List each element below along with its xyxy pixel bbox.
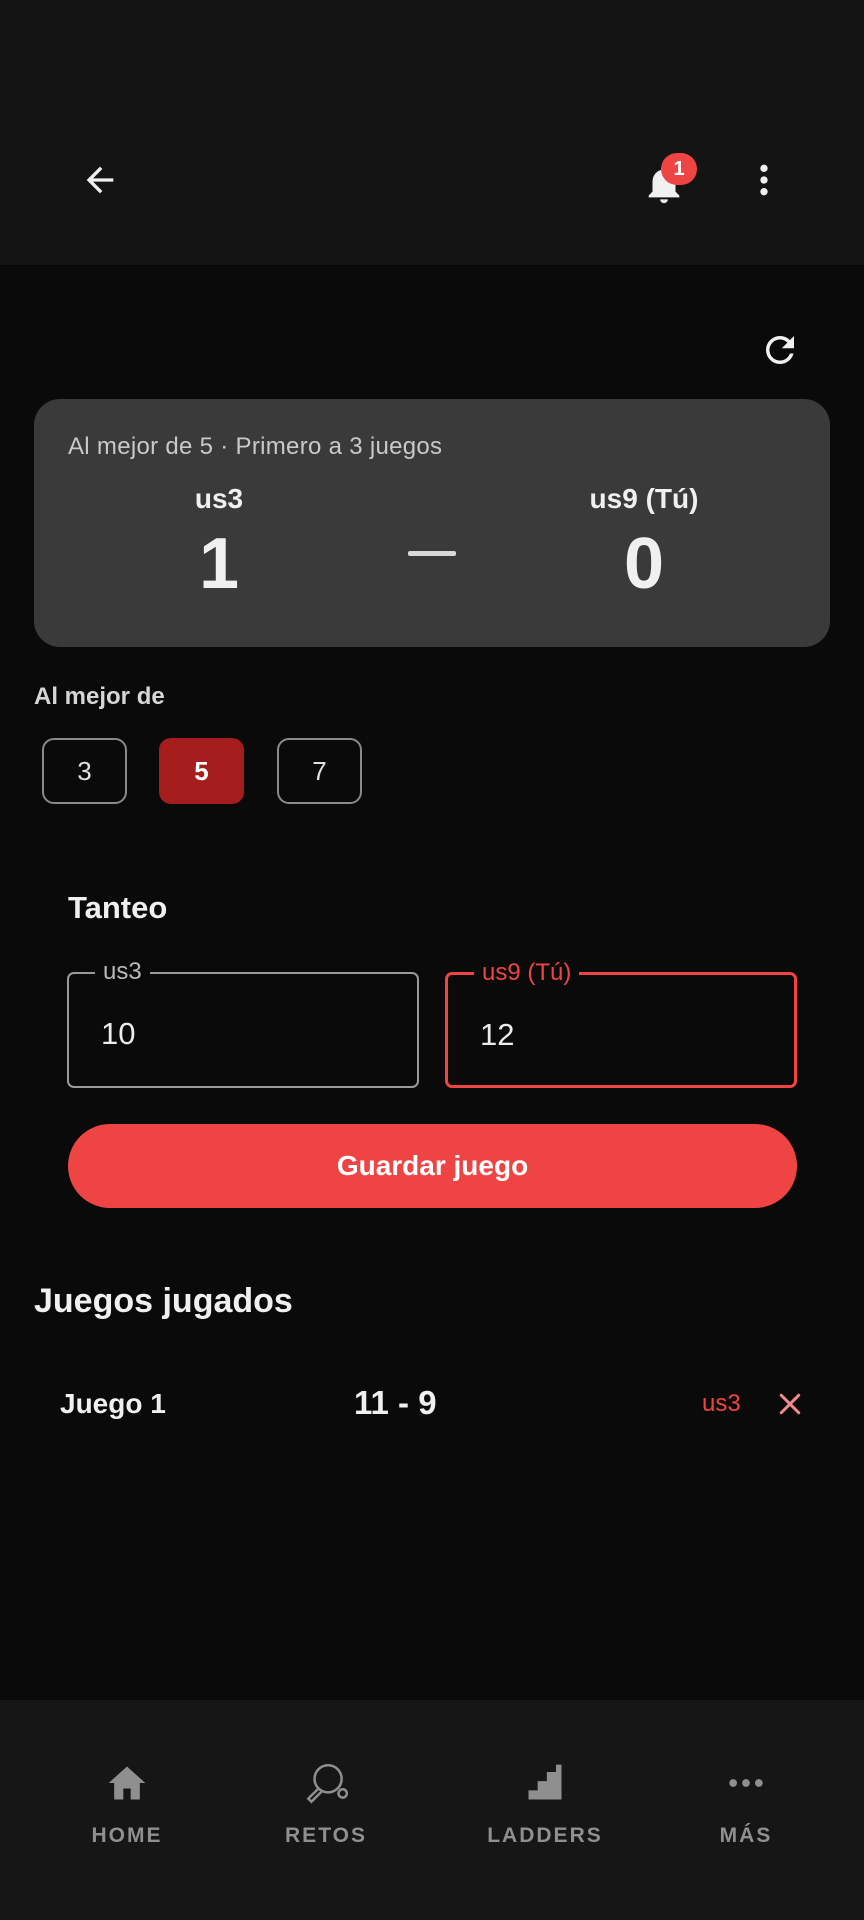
player2-games-won: 0: [623, 524, 665, 604]
match-score-card: Al mejor de 5 · Primero a 3 juegos us3 u…: [34, 399, 830, 647]
best-of-option-7[interactable]: 7: [277, 738, 362, 804]
best-of-option-5[interactable]: 5: [159, 738, 244, 804]
more-horizontal-icon: [721, 1758, 771, 1808]
nav-item-home[interactable]: HOME: [42, 1758, 212, 1868]
player1-games-won: 1: [198, 524, 240, 604]
player2-points-label: us9 (Tú): [474, 959, 580, 987]
app-bar: 1: [0, 0, 864, 265]
match-format-text: Al mejor de 5 · Primero a 3 juegos: [68, 433, 443, 460]
save-game-button[interactable]: Guardar juego: [68, 1124, 797, 1208]
played-games-title: Juegos jugados: [34, 1282, 293, 1320]
player2-points-value[interactable]: 12: [480, 1017, 514, 1053]
player1-points-label: us3: [95, 958, 150, 986]
game-score: 11 - 9: [354, 1384, 437, 1421]
nav-item-label: HOME: [91, 1824, 163, 1847]
player1-name: us3: [194, 483, 244, 514]
notification-badge: 1: [661, 153, 697, 185]
close-icon: [779, 1393, 801, 1415]
home-icon: [102, 1758, 152, 1808]
bottom-navigation: HOME RETOS LADDERS MÁS: [0, 1700, 864, 1920]
stairs-icon: [520, 1758, 570, 1808]
arrow-left-icon: [86, 166, 114, 194]
score-entry-title: Tanteo: [68, 890, 168, 925]
nav-item-label: LADDERS: [487, 1824, 603, 1847]
delete-game-button[interactable]: [770, 1384, 810, 1424]
nav-item-mas[interactable]: MÁS: [661, 1758, 831, 1868]
player1-points-value[interactable]: 10: [101, 1016, 135, 1052]
ping-pong-paddle-icon: [301, 1758, 351, 1808]
player2-name: us9 (Tú): [589, 483, 699, 514]
nav-item-label: MÁS: [719, 1824, 773, 1847]
player1-points-field[interactable]: us3 10: [67, 958, 419, 1088]
score-separator: [408, 551, 456, 556]
back-button[interactable]: [76, 156, 124, 204]
player2-points-field[interactable]: us9 (Tú) 12: [445, 959, 797, 1088]
nav-item-label: RETOS: [285, 1824, 367, 1847]
more-vertical-icon: [760, 164, 768, 196]
game-name: Juego 1: [60, 1388, 166, 1419]
list-item: Juego 1 11 - 9 us3: [34, 1370, 830, 1438]
more-options-button[interactable]: [740, 156, 788, 204]
refresh-button[interactable]: [756, 326, 804, 374]
game-winner: us3: [702, 1390, 741, 1417]
refresh-icon: [766, 336, 794, 364]
nav-item-ladders[interactable]: LADDERS: [460, 1758, 630, 1868]
best-of-label: Al mejor de: [34, 683, 165, 710]
nav-item-retos[interactable]: RETOS: [241, 1758, 411, 1868]
best-of-option-3[interactable]: 3: [42, 738, 127, 804]
